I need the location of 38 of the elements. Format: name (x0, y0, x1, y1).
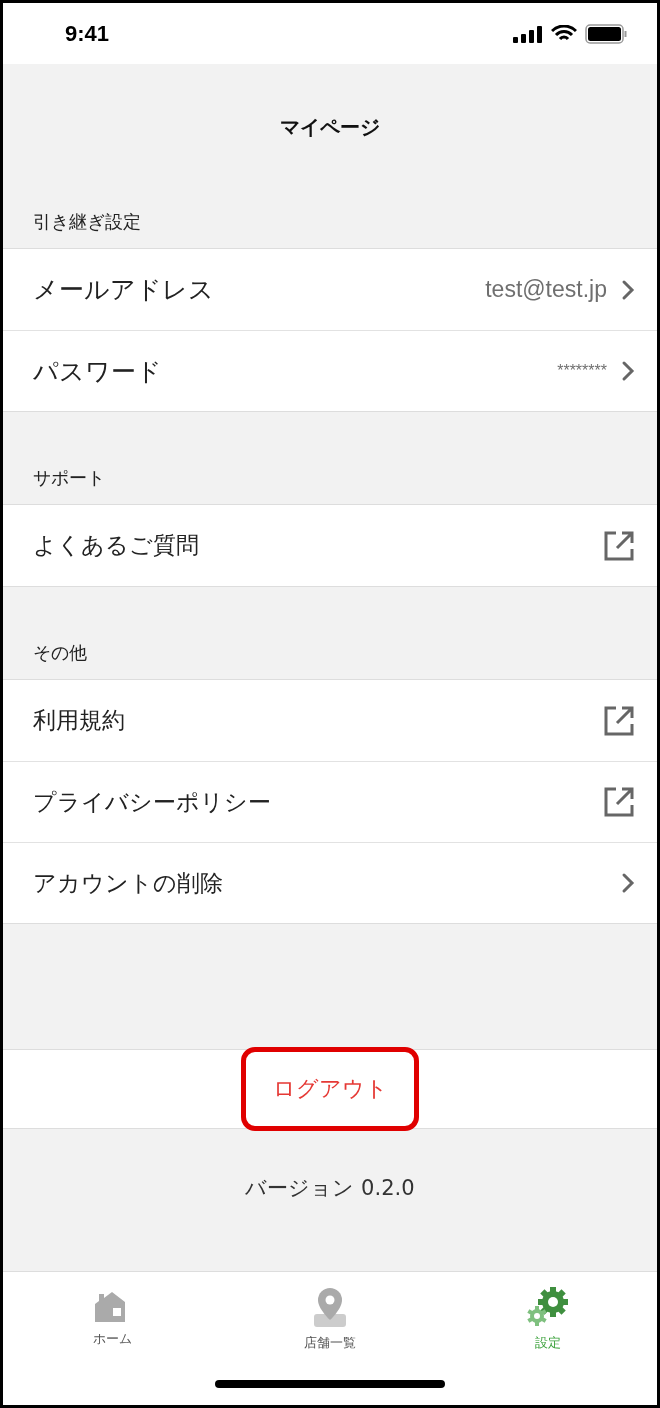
row-label: よくあるご質問 (33, 531, 200, 560)
row-label: パスワード (33, 355, 163, 388)
map-pin-icon (311, 1286, 349, 1328)
signal-icon (513, 24, 543, 43)
tab-item[interactable]: 設定 (439, 1286, 657, 1352)
section-header: その他 (33, 641, 87, 665)
tab-item[interactable]: ホーム (3, 1286, 221, 1352)
wifi-icon (551, 24, 577, 43)
tab-item[interactable]: 店舗一覧 (221, 1286, 439, 1352)
row-value: test@test.jp (485, 276, 607, 303)
external-link-icon (603, 704, 635, 737)
gears-icon (525, 1286, 571, 1328)
status-time: 9:41 (65, 20, 110, 47)
chevron-icon (621, 872, 635, 894)
row-label: アカウントの削除 (33, 868, 224, 898)
tab-label: ホーム (92, 1330, 132, 1348)
settings-row[interactable]: パスワード ******** (3, 330, 657, 411)
tab-label: 店舗一覧 (304, 1334, 356, 1352)
external-link-icon (603, 529, 635, 562)
page-title: マイページ (280, 113, 380, 141)
section-header: サポート (33, 466, 105, 490)
row-label: メールアドレス (33, 274, 215, 306)
version-text: バージョン 0.2.0 (245, 1175, 415, 1202)
settings-row[interactable]: メールアドレス test@test.jp (3, 249, 657, 330)
logout-button[interactable]: ログアウト (241, 1047, 419, 1131)
external-link-icon (603, 786, 635, 818)
chevron-icon (621, 278, 635, 301)
settings-row[interactable]: 利用規約 (3, 680, 657, 761)
chevron-icon (621, 360, 635, 382)
battery-icon (585, 23, 627, 44)
section-header: 引き継ぎ設定 (33, 210, 141, 234)
settings-row[interactable]: よくあるご質問 (3, 505, 657, 586)
settings-row[interactable]: プライバシーポリシー (3, 761, 657, 842)
row-value: ******** (557, 362, 607, 380)
settings-row[interactable]: アカウントの削除 (3, 842, 657, 923)
row-label: プライバシーポリシー (33, 787, 272, 817)
tab-label: 設定 (535, 1334, 561, 1352)
row-label: 利用規約 (33, 706, 126, 735)
